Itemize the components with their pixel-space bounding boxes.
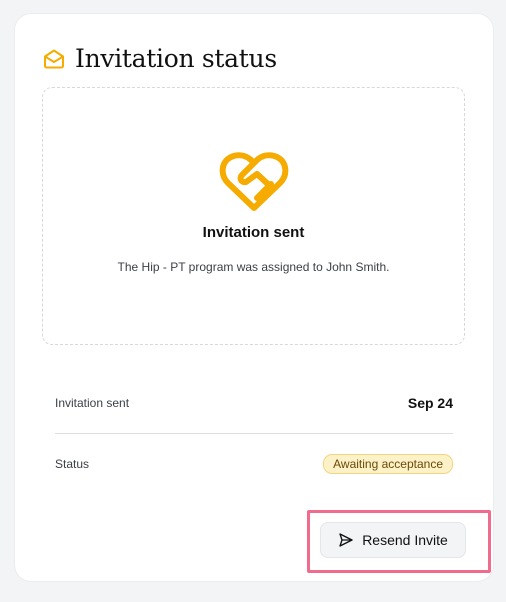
envelope-open-icon [44, 49, 64, 68]
status-label: Status [55, 457, 90, 471]
panel-title: Invitation sent [202, 224, 305, 241]
invitation-sent-date: Sep 24 [407, 395, 453, 411]
status-row: Status Awaiting acceptance [55, 454, 453, 474]
page-title: Invitation status [75, 44, 277, 73]
status-badge: Awaiting acceptance [323, 454, 453, 474]
invitation-status-card: Invitation status Invitation sent The Hi… [15, 14, 493, 581]
card-header: Invitation status [42, 44, 277, 73]
send-icon [339, 533, 353, 547]
invitation-sent-label: Invitation sent [55, 396, 130, 410]
heart-handshake-icon [219, 152, 289, 211]
resend-invite-label: Resend Invite [362, 532, 448, 548]
invitation-sent-panel: Invitation sent The Hip - PT program was… [42, 87, 465, 345]
divider [55, 433, 453, 434]
resend-invite-button[interactable]: Resend Invite [320, 522, 466, 558]
invitation-sent-row: Invitation sent Sep 24 [55, 394, 453, 412]
panel-description: The Hip - PT program was assigned to Joh… [117, 260, 390, 274]
